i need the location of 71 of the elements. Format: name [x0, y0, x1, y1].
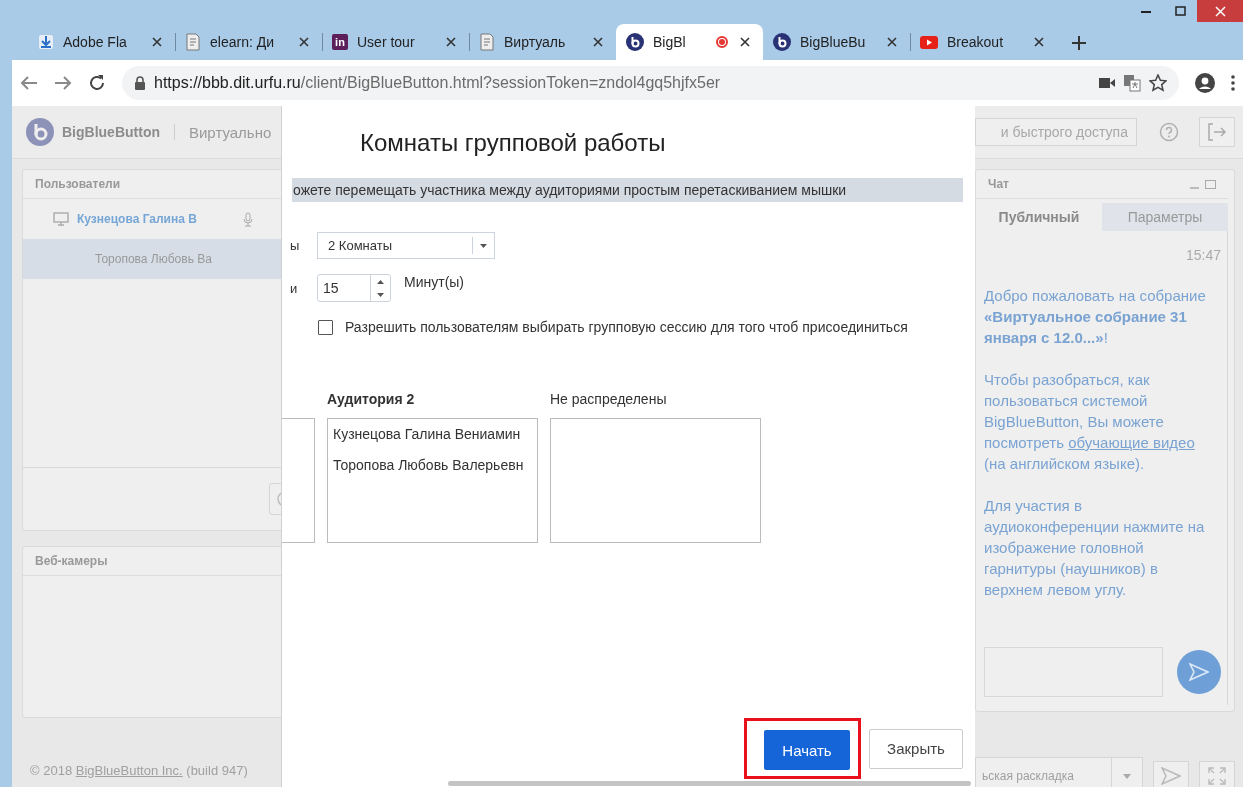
close-icon[interactable] — [149, 36, 165, 48]
play-icon — [920, 35, 938, 49]
field-label: ы — [289, 238, 301, 253]
browser-tab[interactable]: BigBlueBu — [763, 24, 910, 60]
close-icon[interactable] — [296, 36, 312, 48]
info-banner: ожете перемещать участника между аудиториями простым перетаскиванием мышки — [292, 178, 963, 202]
send-icon — [1189, 663, 1209, 681]
translate-icon[interactable] — [1123, 74, 1141, 92]
camera-icon[interactable] — [1099, 77, 1115, 89]
app-logo-icon: in — [332, 34, 348, 50]
message-time: 15:47 — [1184, 247, 1221, 263]
room-title: Аудитория 2 — [327, 391, 416, 409]
chat-message: Чтобы разобраться, как пользоваться системой BigBlueButton, Вы можете посмотреть обучающие видео (на английском языке). — [984, 370, 1196, 474]
spin-down-icon[interactable] — [377, 292, 384, 297]
address-bar[interactable]: https://bbb.dit.urfu.ru/client/BigBlueButton.html?sessionToken=zndol4gq5hjfx5er — [122, 66, 1179, 100]
participant-item[interactable]: Торопова Любовь Валерьевн — [333, 456, 537, 474]
menu-icon[interactable] — [1231, 75, 1235, 91]
document-icon — [479, 33, 495, 51]
meeting-title: Виртуально — [189, 123, 272, 141]
spin-up-icon[interactable] — [377, 279, 384, 284]
lock-icon — [134, 76, 146, 90]
caret-icon — [1123, 773, 1131, 779]
logo-icon — [626, 33, 644, 51]
panel-title: Чат — [988, 177, 1009, 191]
browser-tab[interactable]: elearn: Ди — [175, 24, 322, 60]
field-label: и — [289, 280, 299, 296]
back-icon[interactable] — [20, 75, 38, 91]
start-button[interactable]: Начать — [764, 730, 850, 770]
star-icon[interactable] — [1149, 74, 1167, 92]
download-icon — [38, 34, 54, 50]
microphone-icon — [242, 211, 253, 227]
duration-field[interactable]: 15 — [317, 274, 391, 302]
maximize-icon[interactable] — [1174, 6, 1186, 16]
browser-tab[interactable]: in User tour — [322, 24, 469, 60]
new-tab-icon[interactable] — [1071, 35, 1087, 51]
forward-icon[interactable] — [54, 75, 72, 91]
logo-icon — [773, 33, 791, 51]
logout-icon — [1207, 123, 1227, 141]
browser-tab[interactable]: Adobe Fla — [28, 24, 175, 60]
send-icon — [1161, 767, 1181, 785]
checkbox-label: Разрешить пользователям выбирать групповую сессию для того чтоб присоединиться — [345, 319, 908, 335]
close-icon[interactable] — [1031, 36, 1047, 48]
checkbox[interactable] — [318, 319, 333, 335]
close-button[interactable]: Закрыть — [869, 728, 963, 769]
reload-icon[interactable] — [88, 74, 106, 92]
scrollbar-thumb[interactable] — [448, 781, 971, 786]
chat-message: Для участия в аудиоконференции нажмите на изображение головной гарнитуры (наушников) в верхнем левом углу. — [984, 496, 1206, 600]
browser-tab[interactable]: BigBl — [616, 24, 763, 60]
user-name: Кузнецова Галина В — [77, 212, 197, 226]
logo-icon — [26, 118, 54, 146]
participant-item[interactable]: Кузнецова Галина Вениамин — [333, 425, 537, 443]
document-icon — [185, 33, 201, 51]
user-name: Торопова Любовь Ва — [95, 252, 212, 266]
room-list[interactable]: Кузнецова Галина Вениамин Торопова Любовь Валерьевн — [327, 418, 538, 543]
monitor-icon — [53, 212, 69, 226]
fullscreen-icon — [1208, 767, 1226, 785]
close-icon[interactable] — [884, 36, 900, 48]
close-icon[interactable] — [590, 36, 606, 48]
unit-label: Минут(ы) — [404, 274, 464, 290]
close-icon[interactable] — [443, 36, 459, 48]
browser-tab[interactable]: Breakout — [910, 24, 1057, 60]
room-title: Не распределены — [550, 391, 668, 409]
caret-icon — [480, 243, 487, 248]
chat-message: Добро пожаловать на собрание «Виртуальное собрание 31 января с 12.0...»! — [984, 286, 1207, 348]
app-name: BigBlueButton — [62, 124, 160, 140]
browser-tab[interactable]: Виртуаль — [469, 24, 616, 60]
minimize-icon[interactable] — [1141, 9, 1151, 13]
dialog-title: Комнаты групповой работы — [360, 128, 667, 158]
rooms-select[interactable]: 2 Комнаты — [317, 232, 495, 259]
account-icon[interactable] — [1195, 73, 1215, 93]
close-icon[interactable] — [737, 36, 753, 48]
